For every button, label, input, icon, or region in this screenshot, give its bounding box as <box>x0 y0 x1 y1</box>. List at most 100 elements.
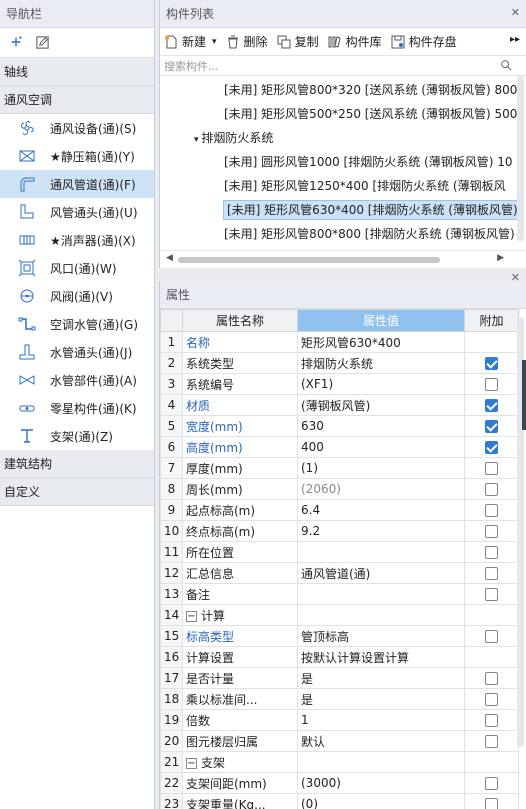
property-row[interactable]: 13 备注 <box>160 583 519 605</box>
property-row[interactable]: 15 标高类型 管顶标高 <box>160 625 519 647</box>
store-button[interactable]: 构件存盘 <box>391 33 457 50</box>
property-value[interactable]: (0) <box>297 793 465 809</box>
property-row[interactable]: 19 倍数 1 <box>160 709 519 731</box>
search-icon[interactable] <box>500 59 514 73</box>
property-row[interactable]: 6 高度(mm) 400 <box>160 436 519 458</box>
nav-item[interactable]: 通风管道(通)(F) <box>0 170 154 198</box>
collapse-icon[interactable]: − <box>186 610 197 622</box>
header-value[interactable]: 属性值 <box>297 309 465 332</box>
library-button[interactable]: 构件库 <box>328 33 382 50</box>
extra-checkbox[interactable] <box>485 567 498 580</box>
property-row[interactable]: 21− 支架 <box>160 751 519 773</box>
extra-checkbox[interactable] <box>485 420 498 433</box>
nav-item[interactable]: 支架(通)(Z) <box>0 422 154 450</box>
property-row[interactable]: 18 乘以标准间... 是 <box>160 688 519 710</box>
vertical-scrollbar[interactable] <box>517 76 524 241</box>
property-value[interactable]: 排烟防火系统 <box>297 352 465 374</box>
property-value[interactable]: 630 <box>297 415 465 437</box>
property-row[interactable]: 22 支架间距(mm) (3000) <box>160 772 519 794</box>
chevron-down-icon[interactable]: ▾ <box>212 37 217 47</box>
extra-checkbox[interactable] <box>485 735 498 748</box>
property-row[interactable]: 17 是否计量 是 <box>160 667 519 689</box>
nav-category-axis[interactable]: 轴线 <box>0 58 154 86</box>
extra-checkbox[interactable] <box>485 693 498 706</box>
tree-item[interactable]: [未用] 矩形风管1250*400 [排烟防火系统 (薄钢板风 <box>160 174 526 198</box>
nav-item[interactable]: 风管通头(通)(U) <box>0 198 154 226</box>
property-value[interactable]: (2060) <box>297 478 465 500</box>
property-row[interactable]: 20 图元楼层归属 默认 <box>160 730 519 752</box>
property-row[interactable]: 8 周长(mm) (2060) <box>160 478 519 500</box>
close-icon[interactable]: ✕ <box>511 6 520 19</box>
close-properties-icon[interactable]: ✕ <box>511 271 520 284</box>
tree-item[interactable]: [未用] 矩形风管630*400 [排烟防火系统 (薄钢板风管) <box>160 198 526 222</box>
extra-checkbox[interactable] <box>485 546 498 559</box>
tree-group[interactable]: ▾ 排烟防火系统 <box>160 126 526 150</box>
property-value[interactable] <box>297 541 465 563</box>
edit-icon[interactable] <box>34 34 50 50</box>
nav-item[interactable]: 水管部件(通)(A) <box>0 366 154 394</box>
more-icon[interactable]: ▸▸ <box>510 34 520 45</box>
extra-checkbox[interactable] <box>485 483 498 496</box>
extra-checkbox[interactable] <box>485 399 498 412</box>
property-value[interactable]: 9.2 <box>297 520 465 542</box>
property-value[interactable]: 1 <box>297 709 465 731</box>
property-row[interactable]: 4 材质 (薄钢板风管) <box>160 394 519 416</box>
property-value[interactable]: 400 <box>297 436 465 458</box>
property-value[interactable]: 是 <box>297 667 465 689</box>
header-name[interactable]: 属性名称 <box>182 309 298 332</box>
property-value[interactable]: 默认 <box>297 730 465 752</box>
extra-checkbox[interactable] <box>485 672 498 685</box>
property-value[interactable]: (薄钢板风管) <box>297 394 465 416</box>
property-value[interactable]: 矩形风管630*400 <box>297 331 465 353</box>
property-row[interactable]: 9 起点标高(m) 6.4 <box>160 499 519 521</box>
extra-checkbox[interactable] <box>485 378 498 391</box>
property-value[interactable]: 管顶标高 <box>297 625 465 647</box>
property-row[interactable]: 5 宽度(mm) 630 <box>160 415 519 437</box>
extra-checkbox[interactable] <box>485 441 498 454</box>
extra-checkbox[interactable] <box>485 630 498 643</box>
tree-item[interactable]: [未用] 矩形风管500*250 [送风系统 (薄钢板风管) 500 <box>160 102 526 126</box>
property-row[interactable]: 23 支架重量(Kg... (0) <box>160 793 519 809</box>
property-row[interactable]: 10 终点标高(m) 9.2 <box>160 520 519 542</box>
side-tab[interactable] <box>522 360 526 430</box>
header-extra[interactable]: 附加 <box>464 309 519 332</box>
property-row[interactable]: 11 所在位置 <box>160 541 519 563</box>
nav-item[interactable]: 风口(通)(W) <box>0 254 154 282</box>
tree-item[interactable]: [未用] 矩形风管800*320 [送风系统 (薄钢板风管) 800 <box>160 78 526 102</box>
extra-checkbox[interactable] <box>485 714 498 727</box>
property-row[interactable]: 16 计算设置 按默认计算设置计算 <box>160 646 519 668</box>
property-value[interactable] <box>297 604 465 626</box>
nav-item[interactable]: 空调水管(通)(G) <box>0 310 154 338</box>
property-value[interactable] <box>297 583 465 605</box>
property-row[interactable]: 2 系统类型 排烟防火系统 <box>160 352 519 374</box>
scroll-thumb[interactable] <box>178 257 440 263</box>
nav-item[interactable]: 水管通头(通)(J) <box>0 338 154 366</box>
horizontal-scrollbar[interactable]: ◀ ▶ <box>160 250 526 268</box>
extra-checkbox[interactable] <box>485 798 498 809</box>
property-value[interactable]: 是 <box>297 688 465 710</box>
property-row[interactable]: 12 汇总信息 通风管道(通) <box>160 562 519 584</box>
nav-item[interactable]: 零星构件(通)(K) <box>0 394 154 422</box>
copy-button[interactable]: 复制 <box>277 33 319 50</box>
collapse-icon[interactable]: − <box>186 757 197 769</box>
property-value[interactable]: (1) <box>297 457 465 479</box>
extra-checkbox[interactable] <box>485 588 498 601</box>
nav-item[interactable]: 风阀(通)(V) <box>0 282 154 310</box>
extra-checkbox[interactable] <box>485 504 498 517</box>
property-value[interactable]: 6.4 <box>297 499 465 521</box>
scroll-left-icon[interactable]: ◀ <box>166 253 173 263</box>
nav-category-arch[interactable]: 建筑结构 <box>0 450 154 478</box>
delete-button[interactable]: 删除 <box>226 33 268 50</box>
nav-category-hvac[interactable]: 通风空调 <box>0 86 154 114</box>
extra-checkbox[interactable] <box>485 777 498 790</box>
property-row[interactable]: 7 厚度(mm) (1) <box>160 457 519 479</box>
property-row[interactable]: 14− 计算 <box>160 604 519 626</box>
nav-item[interactable]: ★消声器(通)(X) <box>0 226 154 254</box>
extra-checkbox[interactable] <box>485 357 498 370</box>
nav-category-custom[interactable]: 自定义 <box>0 478 154 506</box>
extra-checkbox[interactable] <box>485 525 498 538</box>
component-search-input[interactable]: 搜索构件... <box>160 56 526 76</box>
new-button[interactable]: 新建 ▾ <box>164 33 217 50</box>
property-value[interactable]: 通风管道(通) <box>297 562 465 584</box>
scroll-right-icon[interactable]: ▶ <box>497 253 504 263</box>
